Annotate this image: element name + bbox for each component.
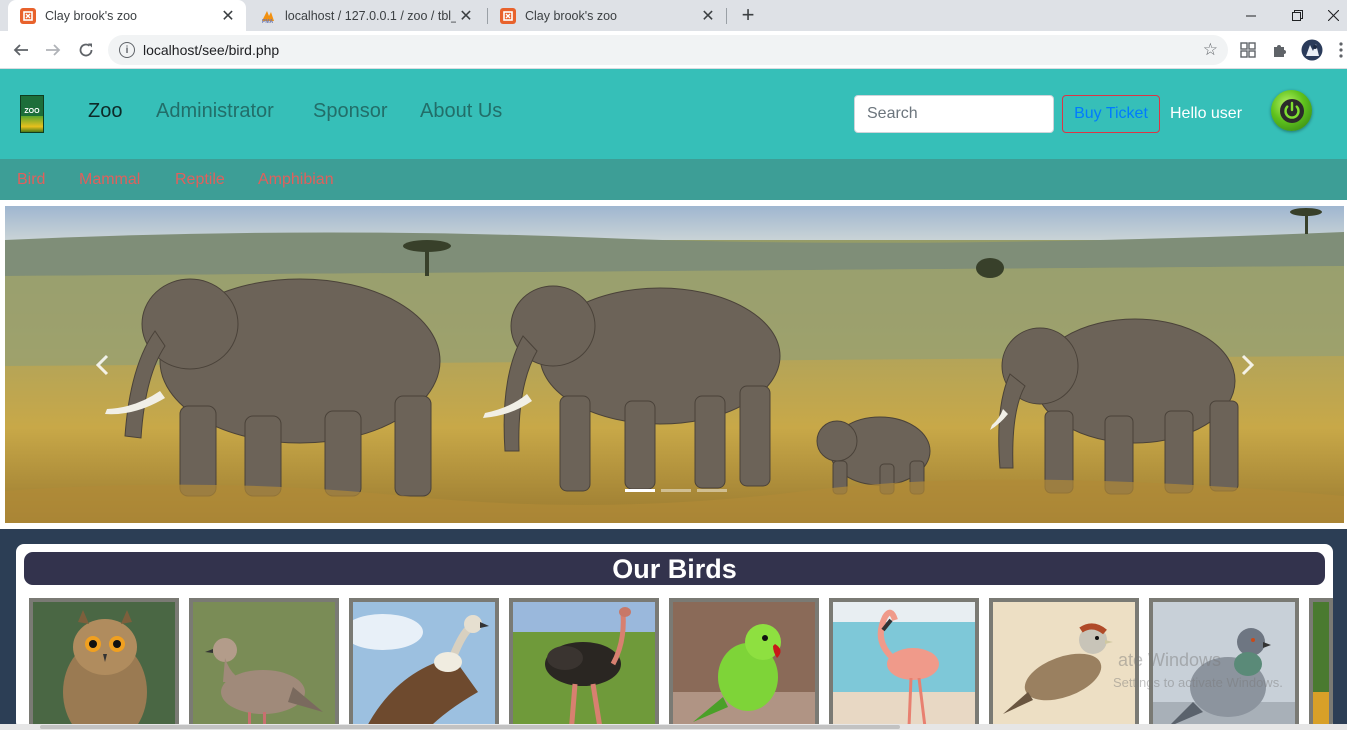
site-info-icon[interactable]: i [119, 42, 135, 58]
back-arrow-icon[interactable] [7, 36, 35, 64]
horizontal-scrollbar[interactable] [0, 724, 1347, 730]
subnav-bird[interactable]: Bird [17, 171, 45, 189]
windows-activation-watermark-sub: Settings to activate Windows. [1113, 675, 1283, 690]
restore-icon[interactable] [1274, 0, 1320, 31]
carousel-indicators [625, 489, 727, 492]
address-bar[interactable]: i localhost/see/bird.php ☆ [108, 35, 1228, 65]
carousel-indicator[interactable] [697, 489, 727, 492]
vulture-image [353, 602, 495, 730]
browser-tab-1[interactable]: Clay brook's zoo ✕ [8, 0, 246, 31]
bookmark-star-icon[interactable]: ☆ [1203, 40, 1218, 60]
bird-card-dove[interactable] [189, 598, 339, 730]
section-title: Our Birds [24, 552, 1325, 585]
logout-power-icon[interactable] [1271, 90, 1312, 131]
bird-card-partial[interactable] [1309, 598, 1333, 730]
subnav-amphibian[interactable]: Amphibian [258, 171, 334, 189]
svg-text:PMA: PMA [262, 19, 274, 24]
new-tab-icon[interactable]: + [736, 4, 760, 28]
forward-arrow-icon[interactable] [39, 36, 67, 64]
owl-image [33, 602, 175, 730]
address-url: localhost/see/bird.php [143, 42, 280, 58]
ostrich-image [513, 602, 655, 730]
category-subnav: Bird Mammal Reptile Amphibian [0, 159, 1347, 200]
carousel-indicator[interactable] [661, 489, 691, 492]
carousel-next-chevron-icon[interactable] [1237, 354, 1257, 376]
birds-section: Our Birds ate Windows Settings to activa… [0, 529, 1347, 730]
dove-image [193, 602, 335, 730]
close-tab-icon[interactable]: ✕ [456, 6, 476, 26]
flamingo-image [833, 602, 975, 730]
nav-sponsor[interactable]: Sponsor [313, 100, 388, 123]
extensions-puzzle-icon[interactable] [1269, 39, 1291, 61]
bird-card-owl[interactable] [29, 598, 179, 730]
reload-icon[interactable] [72, 36, 100, 64]
sparrow-image [993, 602, 1135, 730]
browser-tab-title: Clay brook's zoo [525, 8, 618, 23]
buy-ticket-button[interactable]: Buy Ticket [1062, 95, 1160, 133]
scrollbar-thumb[interactable] [40, 725, 900, 729]
elephants-savanna-image [5, 206, 1344, 523]
nav-zoo[interactable]: Zoo [88, 100, 122, 123]
parakeet-image [673, 602, 815, 730]
windows-activation-watermark: ate Windows [1118, 650, 1222, 670]
minimize-icon[interactable] [1228, 0, 1274, 31]
user-greeting: Hello user [1170, 105, 1243, 122]
profile-avatar-icon[interactable] [1301, 39, 1323, 61]
browser-tab-title: Clay brook's zoo [45, 8, 138, 23]
close-window-icon[interactable] [1320, 0, 1347, 31]
bird-image-partial [1313, 602, 1329, 730]
browser-tabstrip: Clay brook's zoo ✕ PMA localhost / 127.0… [0, 0, 1347, 31]
carousel-prev-chevron-icon[interactable] [93, 354, 113, 376]
site-header: ZOO Zoo Administrator Sponsor About Us B… [0, 69, 1347, 159]
bird-card-flamingo[interactable] [829, 598, 979, 730]
close-tab-icon[interactable]: ✕ [218, 6, 238, 26]
phpmyadmin-favicon-icon: PMA [260, 8, 276, 24]
logo-text: ZOO [24, 108, 40, 115]
subnav-mammal[interactable]: Mammal [79, 171, 140, 189]
nav-about-us[interactable]: About Us [420, 100, 502, 123]
tab-separator [726, 8, 727, 24]
close-tab-icon[interactable]: ✕ [698, 6, 718, 26]
browser-toolbar: i localhost/see/bird.php ☆ [0, 31, 1347, 69]
carousel-indicator[interactable] [625, 489, 655, 492]
apps-grid-icon[interactable] [1237, 39, 1259, 61]
search-input[interactable] [854, 95, 1054, 133]
nav-administrator[interactable]: Administrator [156, 100, 274, 123]
subnav-reptile[interactable]: Reptile [175, 171, 225, 189]
hero-carousel [5, 206, 1344, 523]
xampp-favicon-icon [20, 7, 36, 24]
bird-card-ostrich[interactable] [509, 598, 659, 730]
bird-card-sparrow[interactable] [989, 598, 1139, 730]
zoo-logo[interactable]: ZOO [20, 95, 44, 133]
birds-panel: Our Birds [16, 544, 1333, 730]
browser-tab-title: localhost / 127.0.0.1 / zoo / tbl_fi [285, 8, 456, 23]
xampp-favicon-icon [500, 7, 516, 24]
browser-tab-3[interactable]: Clay brook's zoo ✕ [488, 0, 726, 31]
browser-tab-2[interactable]: PMA localhost / 127.0.0.1 / zoo / tbl_fi… [248, 0, 484, 31]
bird-card-parakeet[interactable] [669, 598, 819, 730]
browser-menu-icon[interactable] [1335, 39, 1347, 61]
bird-card-vulture[interactable] [349, 598, 499, 730]
